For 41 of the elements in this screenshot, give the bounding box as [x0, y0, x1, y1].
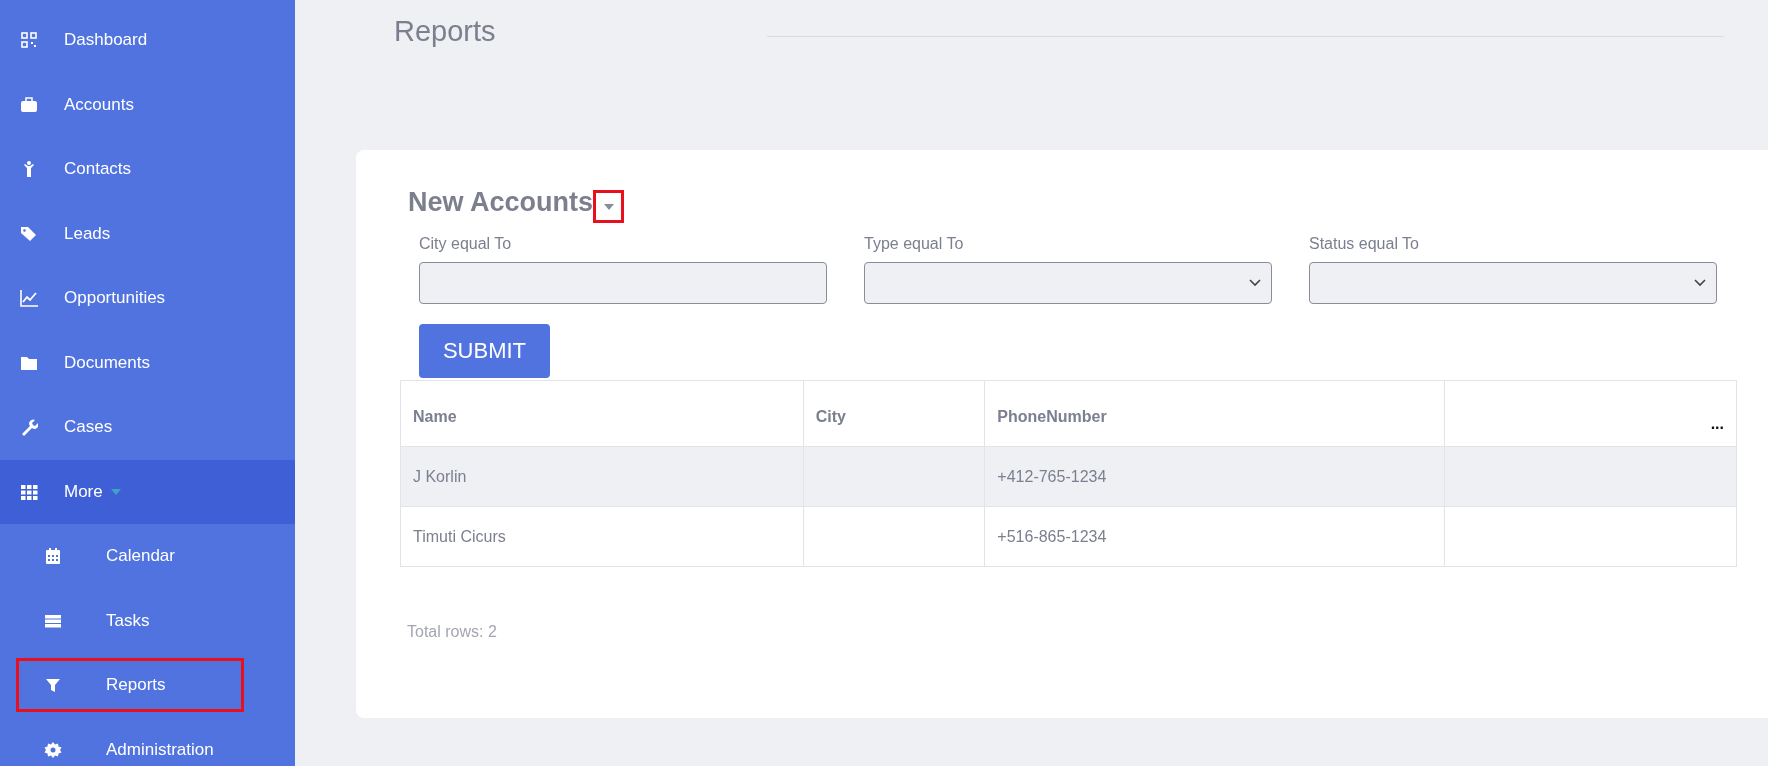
field-label: Status equal To: [1309, 235, 1420, 253]
total-rows-text: Total rows: 2: [407, 623, 498, 641]
calendar-icon: [44, 547, 62, 566]
grid-icon: [20, 482, 38, 501]
column-header: Name: [400, 380, 804, 447]
briefcase-icon: [20, 95, 38, 114]
submenu-item[interactable]: Administration: [0, 717, 295, 766]
column-header: PhoneNumber: [984, 380, 1445, 447]
page-title: Reports: [394, 14, 497, 48]
table-cell: Timuti Cicurs: [400, 506, 804, 567]
submenu-item[interactable]: Reports: [0, 653, 295, 718]
sidebar-item[interactable]: Contacts: [0, 137, 295, 202]
sidebar-item[interactable]: Documents: [0, 330, 295, 395]
submit-button[interactable]: SUBMIT: [419, 324, 550, 378]
column-header: City: [803, 380, 985, 447]
input-field[interactable]: [419, 262, 827, 304]
line-chart-icon: [20, 289, 38, 308]
sidebar-item[interactable]: Cases: [0, 395, 295, 460]
select-field[interactable]: [864, 262, 1272, 304]
submenu-item[interactable]: Tasks: [0, 588, 295, 653]
table-cell: J Korlin: [400, 446, 804, 507]
table-cell: +412-765-1234: [984, 446, 1445, 507]
sidebar-item[interactable]: More: [0, 459, 295, 524]
table-cell: +516-865-1234: [984, 506, 1445, 567]
report-title: New Accounts: [408, 187, 594, 218]
tag-icon: [20, 224, 38, 243]
chevron-down-icon: [1694, 279, 1706, 287]
wrench-icon: [20, 418, 38, 437]
chevron-down-icon: [1249, 279, 1261, 287]
field-label: Type equal To: [864, 235, 965, 253]
caret-icon[interactable]: [603, 203, 614, 210]
sidebar-item[interactable]: Dashboard: [0, 8, 295, 73]
qr-code-icon: [20, 31, 38, 50]
select-field[interactable]: [1309, 262, 1717, 304]
gear-icon: [44, 740, 62, 759]
sidebar-item[interactable]: Opportunities: [0, 266, 295, 331]
submenu-item[interactable]: Calendar: [0, 524, 295, 589]
filter-icon: [44, 676, 62, 695]
sidebar-item[interactable]: Accounts: [0, 72, 295, 137]
field-label: City equal To: [419, 235, 513, 253]
sidebar-item[interactable]: Leads: [0, 201, 295, 266]
